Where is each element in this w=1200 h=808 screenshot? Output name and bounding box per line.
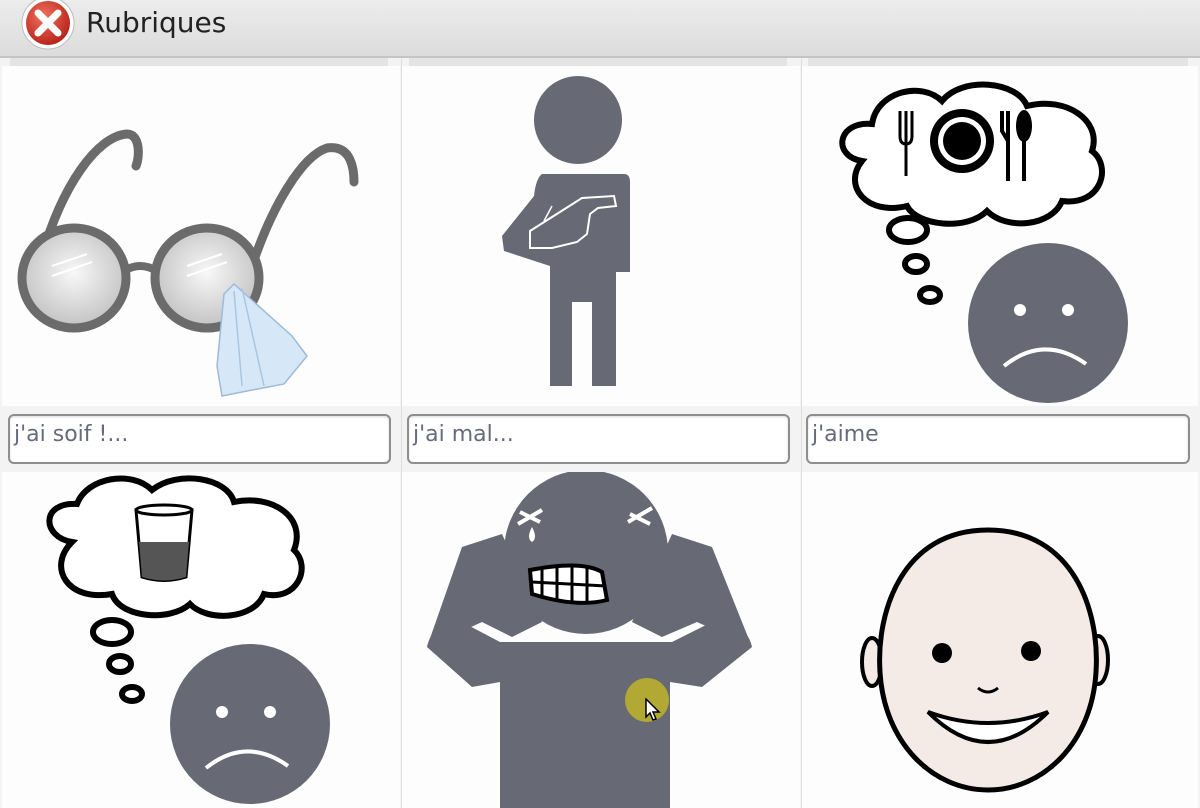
grid-divider (801, 58, 802, 808)
glasses-cleaning-icon (17, 129, 359, 397)
close-icon[interactable] (20, 0, 76, 51)
pictogram-card-glasses[interactable] (2, 66, 400, 406)
pictogram-card-like[interactable] (802, 472, 1198, 808)
card-top-edge (808, 58, 1188, 66)
label-field-thirsty[interactable]: j'ai soif !... (8, 414, 391, 464)
hungry-sad-face-icon (839, 81, 1128, 403)
pictogram-card-hungry[interactable] (802, 66, 1198, 406)
page-title: Rubriques (86, 6, 227, 39)
card-top-edge (409, 58, 787, 66)
pictogram-card-me[interactable] (402, 66, 800, 406)
label-field-pain[interactable]: j'ai mal... (407, 414, 790, 464)
mouse-pointer-icon (645, 697, 661, 726)
pictogram-card-thirsty[interactable] (2, 472, 400, 808)
person-in-pain-icon (427, 472, 752, 808)
happy-face-icon (860, 527, 1110, 793)
thirsty-sad-face-icon (46, 475, 330, 804)
grid-divider (401, 58, 402, 808)
title-bar: Rubriques (0, 0, 1200, 58)
card-top-edge (10, 58, 388, 66)
label-field-like[interactable]: j'aime (806, 414, 1190, 464)
pictogram-card-pain[interactable] (402, 472, 800, 808)
person-pointing-self-icon (502, 76, 630, 386)
